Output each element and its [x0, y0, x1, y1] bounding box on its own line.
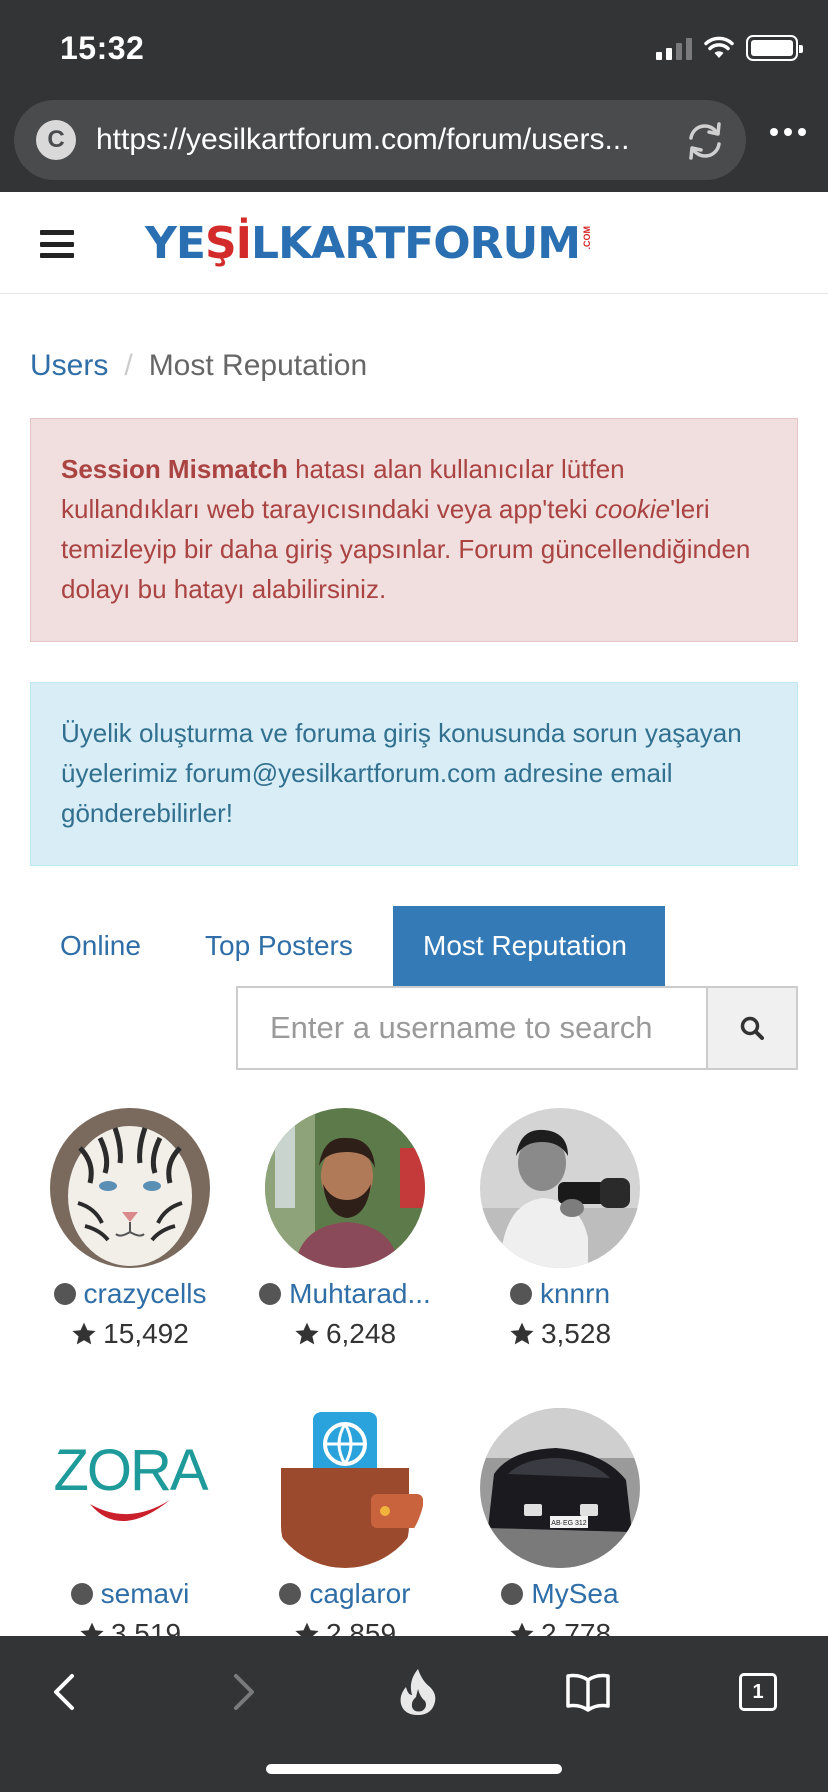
- zora-logo-image: ZORA: [53, 1438, 210, 1522]
- star-icon: [72, 1322, 96, 1345]
- offline-status-icon: [501, 1583, 524, 1605]
- user-card: AB·EG 312 MySea 2,778: [460, 1408, 660, 1652]
- reputation-line: 15,492: [30, 1316, 230, 1352]
- avatar[interactable]: [265, 1108, 425, 1268]
- site-favicon-icon: C: [36, 120, 76, 160]
- flame-icon: [400, 1669, 436, 1715]
- black-car-image: AB·EG 312: [480, 1408, 640, 1568]
- search-button[interactable]: [706, 986, 798, 1070]
- user-list-tabs: Online Top Posters Most Reputation: [30, 906, 665, 986]
- breadcrumb: Users / Most Reputation: [30, 346, 367, 386]
- logo-suffix: .COM: [582, 226, 593, 250]
- user-card: caglaror 2,859: [245, 1408, 445, 1652]
- breadcrumb-users-link[interactable]: Users: [30, 349, 108, 382]
- tab-online[interactable]: Online: [30, 906, 175, 986]
- bearded-man-image: [265, 1108, 425, 1268]
- white-tiger-image: [50, 1108, 210, 1268]
- browser-top-chrome: 15:32 C https://yesilkartforum.com/forum…: [0, 0, 828, 192]
- user-name-link[interactable]: caglaror: [309, 1578, 410, 1610]
- fire-button[interactable]: [388, 1662, 448, 1722]
- wallet-passport-image: [281, 1412, 423, 1568]
- url-text[interactable]: https://yesilkartforum.com/forum/users..…: [96, 120, 686, 160]
- address-bar[interactable]: C https://yesilkartforum.com/forum/users…: [14, 100, 746, 180]
- zora-logo-text: ZORA: [53, 1438, 208, 1503]
- back-button[interactable]: [34, 1662, 94, 1722]
- avatar[interactable]: AB·EG 312: [480, 1408, 640, 1568]
- plate-text: AB·EG 312: [551, 1520, 587, 1527]
- user-name-line: MySea: [460, 1576, 660, 1612]
- cellular-signal-icon: [656, 36, 692, 60]
- session-mismatch-alert: Session Mismatch hatası alan kullanıcıla…: [30, 418, 798, 642]
- site-header: YEŞİLKARTFORUM .COM: [0, 192, 828, 294]
- user-name-line: semavi: [30, 1576, 230, 1612]
- tab-top-posters[interactable]: Top Posters: [175, 906, 393, 986]
- user-name-link[interactable]: Muhtarad...: [289, 1278, 431, 1310]
- breadcrumb-current: Most Reputation: [148, 349, 368, 382]
- info-alert-text: Üyelik oluşturma ve foruma giriş konusun…: [61, 718, 742, 828]
- search-icon: [740, 1016, 764, 1040]
- reputation-count: 6,248: [325, 1318, 397, 1349]
- user-name-link[interactable]: knnrn: [540, 1278, 610, 1310]
- battery-icon: [746, 35, 803, 61]
- reload-icon[interactable]: [682, 118, 728, 164]
- reputation-count: 15,492: [103, 1318, 189, 1349]
- offline-status-icon: [70, 1583, 93, 1605]
- home-indicator: [266, 1764, 562, 1774]
- user-name-line: Muhtarad...: [245, 1276, 445, 1312]
- status-icons: [656, 34, 803, 62]
- user-name-link[interactable]: MySea: [531, 1578, 618, 1610]
- avatar[interactable]: [265, 1408, 425, 1568]
- chevron-left-icon: [54, 1674, 74, 1710]
- tab-count-icon: 1: [739, 1673, 777, 1711]
- man-with-camera-image: [480, 1108, 640, 1268]
- alert-emphasis: cookie: [594, 494, 671, 524]
- bookmarks-button[interactable]: [558, 1662, 618, 1722]
- username-search-input[interactable]: [236, 986, 706, 1070]
- hamburger-menu-icon[interactable]: [40, 230, 74, 258]
- user-card: knnrn 3,528: [460, 1108, 660, 1352]
- offline-status-icon: [509, 1283, 532, 1305]
- tabs-button[interactable]: 1: [728, 1662, 788, 1722]
- more-options-icon[interactable]: [770, 128, 806, 136]
- star-icon: [510, 1322, 534, 1345]
- wifi-icon: [704, 36, 734, 58]
- chevron-right-icon: [234, 1674, 254, 1710]
- offline-status-icon: [53, 1283, 76, 1305]
- user-name-line: knnrn: [460, 1276, 660, 1312]
- user-card: Muhtarad... 6,248: [245, 1108, 445, 1352]
- book-icon: [566, 1673, 610, 1712]
- offline-status-icon: [279, 1583, 302, 1605]
- reputation-line: 3,528: [460, 1316, 660, 1352]
- user-card: ZORA semavi 3,519: [30, 1408, 230, 1652]
- reputation-count: 3,528: [540, 1318, 612, 1349]
- user-card: crazycells 15,492: [30, 1108, 230, 1352]
- user-search: [236, 986, 798, 1070]
- avatar[interactable]: [50, 1108, 210, 1268]
- avatar[interactable]: [480, 1108, 640, 1268]
- forward-button[interactable]: [214, 1662, 274, 1722]
- logo-text: YEŞİLKARTFORUM: [145, 218, 581, 269]
- status-time: 15:32: [60, 30, 145, 66]
- star-icon: [295, 1322, 319, 1345]
- tab-most-reputation[interactable]: Most Reputation: [393, 906, 665, 986]
- avatar[interactable]: ZORA: [50, 1408, 210, 1568]
- offline-status-icon: [259, 1283, 282, 1305]
- user-name-link[interactable]: semavi: [101, 1578, 190, 1610]
- user-name-line: crazycells: [30, 1276, 230, 1312]
- alert-strong-text: Session Mismatch: [61, 454, 288, 484]
- site-logo[interactable]: YEŞİLKARTFORUM .COM: [145, 214, 592, 274]
- breadcrumb-separator: /: [124, 349, 133, 382]
- info-alert: Üyelik oluşturma ve foruma giriş konusun…: [30, 682, 798, 866]
- user-name-link[interactable]: crazycells: [84, 1278, 207, 1310]
- user-name-line: caglaror: [245, 1576, 445, 1612]
- reputation-line: 6,248: [245, 1316, 445, 1352]
